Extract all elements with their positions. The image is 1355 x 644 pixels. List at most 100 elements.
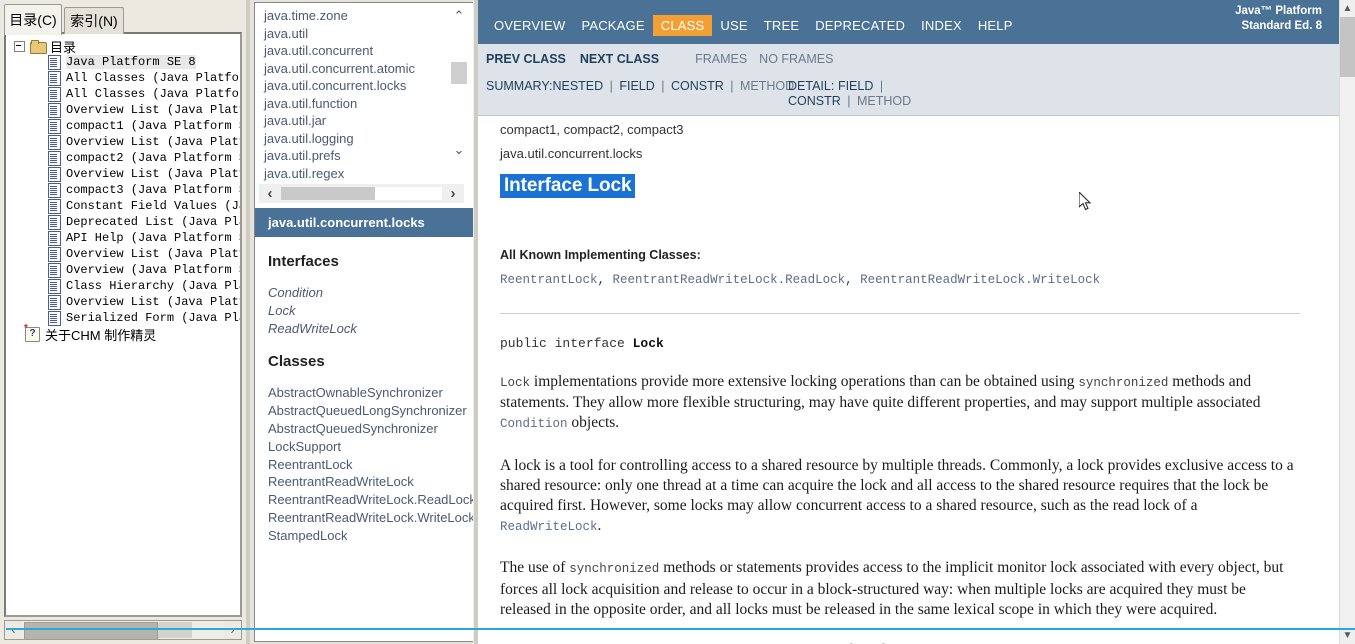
javadoc-scroll-thumb[interactable] — [1340, 17, 1355, 77]
implementing-class-link[interactable]: ReentrantLock — [500, 273, 598, 287]
nav-item-use[interactable]: USE — [712, 15, 755, 36]
detail-link-constr[interactable]: CONSTR — [788, 94, 844, 108]
package-member-link[interactable]: ReentrantReadWriteLock.WriteLock — [268, 509, 475, 527]
tree-root-label: 目录 — [50, 39, 77, 55]
tree-item-about[interactable]: *? 关于CHM 制作精灵 — [6, 323, 240, 343]
scroll-up-arrow-icon[interactable]: ⌃ — [450, 6, 468, 26]
chm-hscroll-thumb[interactable] — [24, 622, 158, 640]
package-hscroll-track[interactable] — [281, 187, 442, 200]
frames-link[interactable]: FRAMES — [695, 52, 747, 66]
package-member-link[interactable]: AbstractQueuedLongSynchronizer — [268, 402, 475, 420]
collapse-icon[interactable] — [14, 40, 25, 52]
package-member-link[interactable]: ReentrantReadWriteLock.ReadLock — [268, 491, 475, 509]
inline-class-link[interactable]: Condition — [500, 417, 568, 431]
summary-group: SUMMARY: NESTED | FIELD | CONSTR | METHO… — [486, 78, 794, 94]
chm-hscroll-track[interactable] — [22, 621, 224, 640]
chm-hscroll-thumb-secondary[interactable] — [158, 622, 192, 638]
javadoc-vertical-scrollbar[interactable]: ▲ ▼ — [1339, 0, 1355, 644]
package-list-scrollbar[interactable]: ⌃ ⌄ — [450, 6, 468, 160]
chm-horizontal-scrollbar[interactable]: ‹ › — [4, 620, 242, 640]
document-icon — [48, 246, 61, 262]
summary-link-field[interactable]: FIELD — [616, 79, 658, 93]
package-list-item[interactable]: java.util.concurrent.atomic — [264, 60, 475, 78]
tree-item[interactable]: All Classes (Java Platform S — [6, 70, 240, 86]
package-list-item[interactable]: java.util.concurrent.locks — [264, 77, 475, 95]
package-member-link[interactable]: ReentrantLock — [268, 456, 475, 474]
package-list-item[interactable]: java.util.function — [264, 95, 475, 113]
tree-item-label: Constant Field Values (Java — [66, 199, 242, 213]
chm-tree-view[interactable]: 目录 Java Platform SE 8 All Classes (Java Pl… — [4, 32, 242, 617]
detail-link-field[interactable]: FIELD — [838, 79, 877, 93]
package-scroll-right-icon[interactable]: › — [442, 185, 464, 202]
package-list-item[interactable]: java.util.logging — [264, 130, 475, 148]
tree-item[interactable]: Java Platform SE 8 — [6, 54, 240, 70]
tree-item[interactable]: Overview (Java Platform SE 8 — [6, 262, 240, 278]
package-list-item[interactable]: java.util.regex — [264, 165, 475, 183]
tab-index-label: 索引(N) — [70, 13, 118, 29]
package-member-link[interactable]: LockSupport — [268, 438, 475, 456]
tree-item[interactable]: Overview List (Java Platform — [6, 246, 240, 262]
tab-contents[interactable]: 目录(C) — [4, 4, 62, 35]
nav-item-deprecated[interactable]: DEPRECATED — [807, 15, 913, 36]
tree-item[interactable]: compact1 (Java Platform SE 8 — [6, 118, 240, 134]
package-member-link[interactable]: AbstractOwnableSynchronizer — [268, 384, 475, 402]
scroll-right-arrow-icon[interactable]: › — [224, 621, 241, 639]
package-list[interactable]: java.time.zone java.util java.util.concurr… — [255, 3, 475, 185]
tree-item[interactable]: Overview List (Java Platform — [6, 102, 240, 118]
nav-item-help[interactable]: HELP — [970, 15, 1021, 36]
tree-item[interactable]: Overview List (Java Platform — [6, 166, 240, 182]
inline-class-link[interactable]: ReadWriteLock — [500, 520, 598, 534]
tree-item[interactable]: compact3 (Java Platform SE 8 — [6, 182, 240, 198]
scroll-left-arrow-icon[interactable]: ‹ — [5, 621, 22, 639]
package-member-link[interactable]: Lock — [268, 302, 475, 320]
package-list-item[interactable]: java.util.prefs — [264, 147, 475, 165]
package-list-hscrollbar[interactable]: ‹ › — [259, 184, 464, 203]
nav-item-index[interactable]: INDEX — [913, 15, 970, 36]
summary-link-constr[interactable]: CONSTR — [668, 79, 728, 93]
package-member-link[interactable]: ReadWriteLock — [268, 320, 475, 338]
implementing-classes-heading: All Known Implementing Classes: — [500, 248, 701, 262]
prev-class-link[interactable]: PREV CLASS — [486, 52, 566, 66]
tree-item[interactable]: Constant Field Values (Java — [6, 198, 240, 214]
package-member-link[interactable]: AbstractQueuedSynchronizer — [268, 420, 475, 438]
nav-item-package[interactable]: PACKAGE — [573, 15, 652, 36]
package-scroll-thumb[interactable] — [451, 62, 467, 84]
package-line[interactable]: java.util.concurrent.locks — [500, 142, 1300, 166]
package-list-item[interactable]: java.time.zone — [264, 7, 475, 25]
tree-item[interactable]: All Classes (Java Platform S — [6, 86, 240, 102]
next-class-link[interactable]: NEXT CLASS — [580, 52, 659, 66]
tab-index[interactable]: 索引(N) — [64, 7, 124, 34]
no-frames-link[interactable]: NO FRAMES — [759, 52, 833, 66]
profiles-text[interactable]: compact1, compact2, compact3 — [500, 122, 684, 137]
package-scroll-left-icon[interactable]: ‹ — [259, 185, 281, 202]
nav-item-tree[interactable]: TREE — [756, 15, 807, 36]
tree-item[interactable]: Overview List (Java Platform — [6, 294, 240, 310]
summary-link-nested[interactable]: NESTED — [552, 79, 606, 93]
package-list-item[interactable]: java.util.concurrent — [264, 42, 475, 60]
tree-root-node[interactable]: 目录 — [6, 38, 240, 55]
profiles-line: compact1, compact2, compact3 — [500, 118, 1300, 142]
tree-item[interactable]: compact2 (Java Platform SE 8 — [6, 150, 240, 166]
package-list-item[interactable]: java.util.jar — [264, 112, 475, 130]
scroll-down-arrow-icon[interactable]: ⌄ — [450, 140, 468, 160]
class-title-selected[interactable]: Interface Lock — [500, 174, 636, 198]
tree-item[interactable]: Overview List (Java Platform — [6, 134, 240, 150]
current-package-header[interactable]: java.util.concurrent.locks — [255, 208, 475, 237]
implementing-class-link[interactable]: ReentrantReadWriteLock.WriteLock — [860, 273, 1100, 287]
package-member-link[interactable]: Condition — [268, 284, 475, 302]
tree-item[interactable]: Class Hierarchy (Java Platfo — [6, 278, 240, 294]
implementing-class-link[interactable]: ReentrantReadWriteLock.ReadLock — [613, 273, 846, 287]
nav-item-overview[interactable]: OVERVIEW — [486, 15, 573, 36]
detail-link-method: METHOD — [853, 94, 912, 108]
package-list-item[interactable]: java.util — [264, 25, 475, 43]
scroll-up-arrow-icon[interactable]: ▲ — [1340, 0, 1355, 17]
package-member-link[interactable]: ReentrantReadWriteLock — [268, 473, 475, 491]
summary-label: SUMMARY: — [486, 78, 553, 93]
description-paragraph: The use of synchronized methods or state… — [500, 558, 1300, 620]
package-member-link[interactable]: StampedLock — [268, 527, 475, 545]
package-hscroll-thumb[interactable] — [281, 187, 375, 200]
javadoc-content-panel: OVERVIEW PACKAGE CLASS USE TREE DEPRECATED IND… — [478, 0, 1355, 644]
tree-item[interactable]: Deprecated List (Java Platfo — [6, 214, 240, 230]
tree-item[interactable]: API Help (Java Platform SE 8 — [6, 230, 240, 246]
nav-item-class[interactable]: CLASS — [652, 15, 713, 36]
